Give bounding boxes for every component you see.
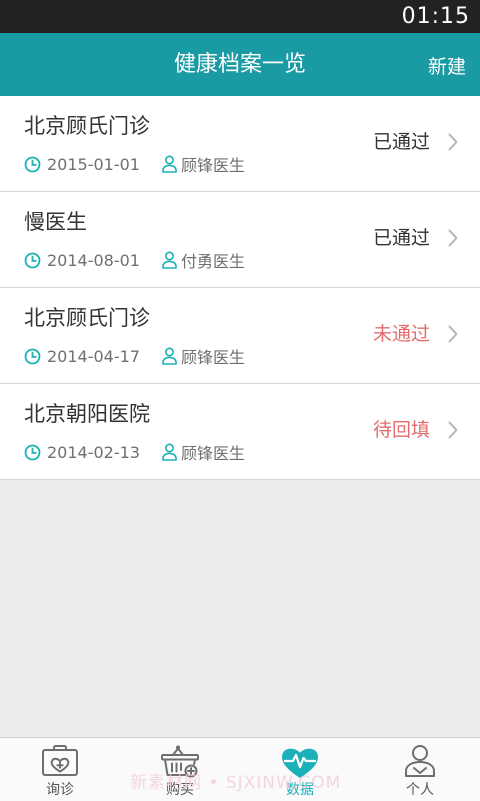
record-meta: 2014-02-13 顾锋医生 [24, 442, 245, 463]
doctor-name: 顾锋医生 [180, 348, 245, 367]
doctor-icon [162, 155, 177, 173]
status-time: 01:15 [401, 4, 470, 29]
doctor-icon [162, 443, 177, 461]
record-date: 2014-02-13 [47, 442, 140, 462]
status-bar: 01:15 [0, 0, 480, 33]
record-date: 2014-08-01 [47, 250, 140, 270]
doctor-name: 付勇医生 [180, 252, 245, 271]
clinic-name: 北京顾氏门诊 [24, 114, 150, 138]
chevron-right-icon [448, 133, 458, 155]
doctor-name: 顾锋医生 [180, 156, 245, 175]
status-badge: 已通过 [372, 227, 430, 249]
clock-icon [24, 252, 41, 269]
tab-label: 询诊 [46, 782, 74, 798]
clinic-name: 北京顾氏门诊 [24, 306, 150, 330]
doctor-name: 顾锋医生 [180, 444, 245, 463]
status-badge: 未通过 [372, 323, 430, 345]
record-list: 北京顾氏门诊 2015-01-01 顾锋医生 已通过 慢医生 2014-08-0… [0, 96, 480, 480]
list-item[interactable]: 慢医生 2014-08-01 付勇医生 已通过 [0, 192, 480, 288]
chevron-right-icon [448, 421, 458, 443]
clock-icon [24, 156, 41, 173]
new-record-button[interactable]: 新建 [428, 33, 466, 102]
record-date: 2015-01-01 [47, 154, 140, 174]
chevron-right-icon [448, 325, 458, 347]
status-badge: 待回填 [372, 419, 430, 441]
watermark: 新素材网 • SJXINW.COM [130, 773, 342, 793]
record-date: 2014-04-17 [47, 346, 140, 366]
tab-profile[interactable]: 个人 [360, 738, 480, 801]
person-icon [403, 744, 437, 782]
status-badge: 已通过 [372, 131, 430, 153]
clock-icon [24, 444, 41, 461]
clinic-name: 慢医生 [24, 210, 87, 234]
tab-consult[interactable]: 询诊 [0, 738, 120, 801]
clock-icon [24, 348, 41, 365]
doctor-icon [162, 251, 177, 269]
list-item[interactable]: 北京顾氏门诊 2015-01-01 顾锋医生 已通过 [0, 96, 480, 192]
doctor-icon [162, 347, 177, 365]
record-meta: 2014-04-17 顾锋医生 [24, 346, 245, 367]
record-meta: 2014-08-01 付勇医生 [24, 250, 245, 271]
list-item[interactable]: 北京顾氏门诊 2014-04-17 顾锋医生 未通过 [0, 288, 480, 384]
page-title: 健康档案一览 [173, 52, 306, 77]
list-item[interactable]: 北京朝阳医院 2014-02-13 顾锋医生 待回填 [0, 384, 480, 480]
tab-label: 个人 [406, 782, 434, 798]
record-meta: 2015-01-01 顾锋医生 [24, 154, 245, 175]
header: 健康档案一览 新建 [0, 33, 480, 96]
medical-kit-icon [40, 744, 80, 782]
chevron-right-icon [448, 229, 458, 251]
clinic-name: 北京朝阳医院 [24, 402, 150, 426]
